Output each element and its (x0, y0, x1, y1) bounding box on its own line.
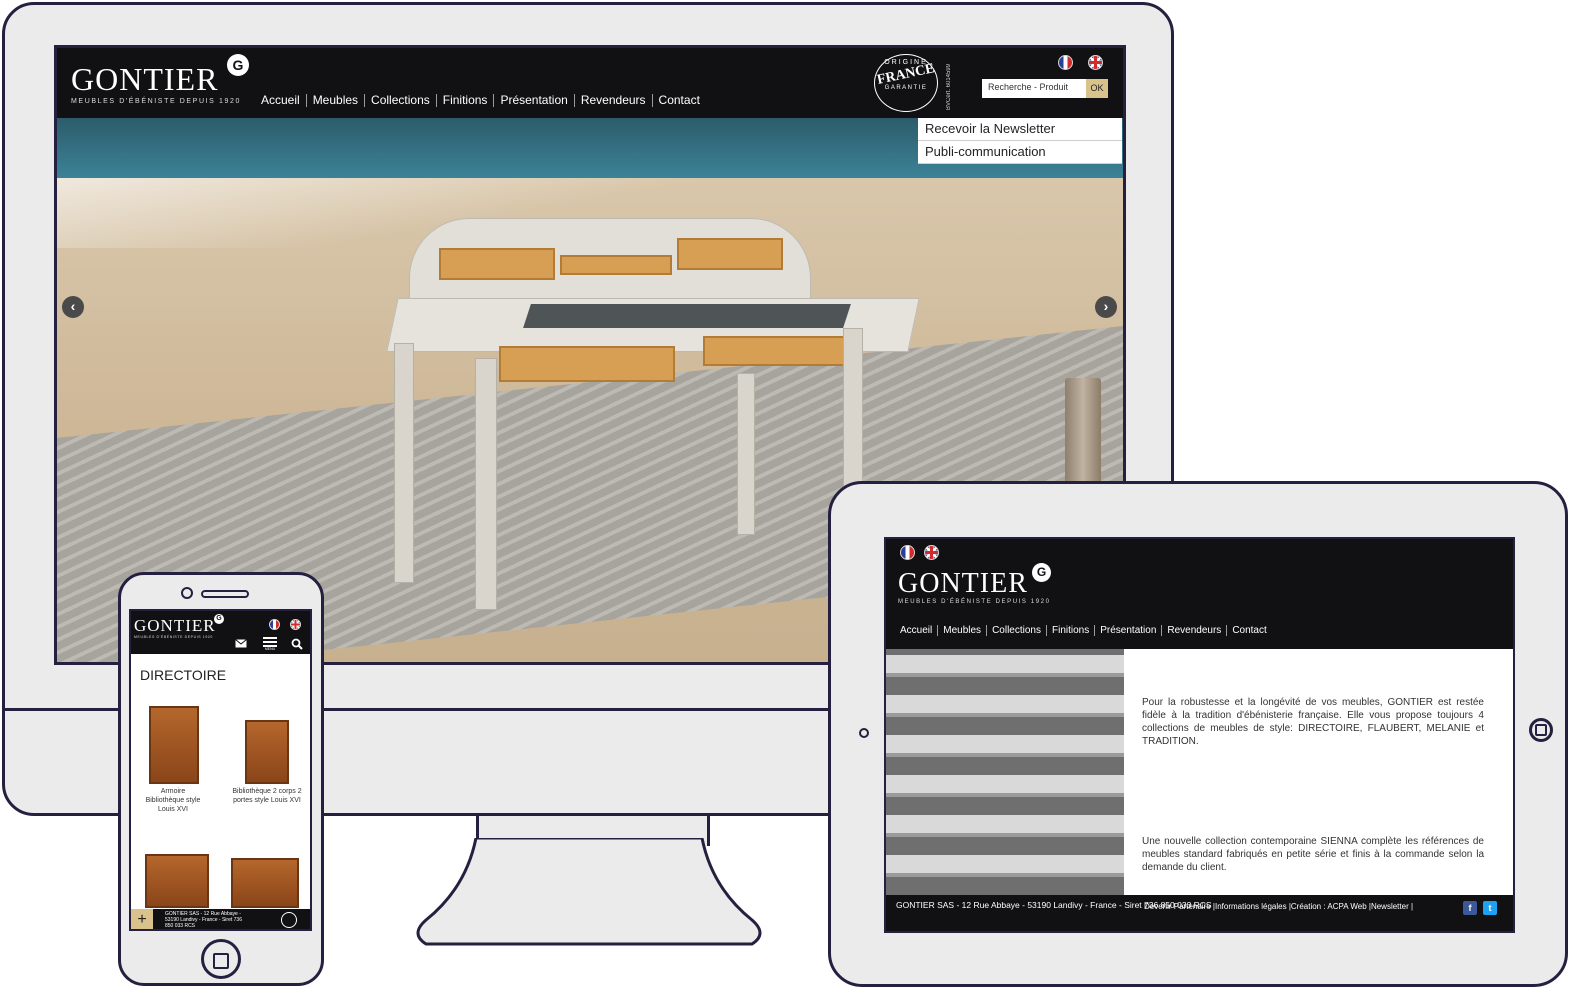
hero-wooden-post (1065, 378, 1101, 488)
flag-fr-icon[interactable] (900, 545, 915, 560)
product-image[interactable] (231, 858, 299, 908)
arrow-left-icon[interactable]: ‹ (62, 296, 84, 318)
nav-item-collections[interactable]: Collections (992, 625, 1041, 636)
nav-item-revendeurs[interactable]: Revendeurs (581, 93, 646, 107)
logo-wordmark: GONTIER (898, 568, 1028, 599)
flag-uk-icon[interactable] (290, 619, 301, 630)
plus-icon[interactable]: + (131, 909, 153, 929)
facebook-icon[interactable]: f (1463, 901, 1477, 915)
menu-label: MENU (264, 647, 276, 651)
flag-uk-icon[interactable] (1088, 55, 1103, 70)
tablet-screen: GONTIER G MEUBLES D'ÉBÉNISTE DEPUIS 1920… (884, 537, 1515, 933)
footer-links[interactable]: Devenir Partenaire |Informations légales… (1144, 902, 1413, 911)
tablet-main-nav: Accueil Meubles Collections Finitions Pr… (900, 625, 1267, 636)
main-nav: Accueil Meubles Collections Finitions Pr… (261, 93, 700, 107)
phone-speaker (201, 590, 249, 598)
site-header: GONTIER G MEUBLES D'ÉBÉNISTE DEPUIS 1920… (57, 48, 1123, 118)
desk-drawer (703, 336, 861, 366)
tablet-intro-paragraph: Pour la robustesse et la longévité de vo… (1142, 697, 1484, 747)
publi-communication-link[interactable]: Publi-communication (918, 141, 1122, 164)
section-title: DIRECTOIRE (140, 667, 227, 683)
product-card[interactable]: Bibliothèque 2 corps 2 portes style Loui… (231, 706, 303, 816)
flag-uk-icon[interactable] (924, 545, 939, 560)
logo-tagline: MEUBLES D'ÉBÉNISTE DEPUIS 1920 (134, 635, 213, 639)
monitor-stand-base (416, 838, 762, 946)
flag-fr-icon[interactable] (1058, 55, 1073, 70)
home-button-icon[interactable] (201, 939, 241, 979)
product-label: Armoire Bibliothèque style Louis XVI (145, 788, 201, 813)
product-image (245, 720, 289, 784)
logo-badge-icon: G (214, 614, 224, 624)
mail-icon[interactable] (235, 639, 247, 648)
nav-item-contact[interactable]: Contact (659, 93, 700, 107)
product-image (149, 706, 199, 784)
search-icon[interactable] (291, 638, 303, 650)
phone-site-footer: + GONTIER SAS - 12 Rue Abbaye - 53190 La… (131, 909, 310, 929)
desk-drawer (499, 346, 675, 382)
nav-item-presentation[interactable]: Présentation (1100, 625, 1156, 636)
logo-tagline: MEUBLES D'ÉBÉNISTE DEPUIS 1920 (898, 599, 1051, 605)
footer-address: GONTIER SAS - 12 Rue Abbaye - 53190 Land… (165, 911, 242, 929)
home-button-icon[interactable] (1529, 718, 1553, 742)
desk-leg (737, 373, 755, 535)
tablet-site-footer: GONTIER SAS - 12 Rue Abbaye - 53190 Land… (886, 895, 1513, 931)
nav-item-finitions[interactable]: Finitions (1052, 625, 1089, 636)
flag-fr-icon[interactable] (269, 619, 280, 630)
origine-france-seal-icon (281, 912, 297, 928)
nav-item-finitions[interactable]: Finitions (443, 93, 488, 107)
nav-item-revendeurs[interactable]: Revendeurs (1167, 625, 1221, 636)
phone-camera (181, 587, 193, 599)
desk-leg (475, 358, 497, 610)
search-input[interactable]: Recherche - Produit (982, 79, 1086, 98)
nav-item-meubles[interactable]: Meubles (313, 93, 358, 107)
phone-screen: GONTIER G MEUBLES D'ÉBÉNISTE DEPUIS 1920… (129, 609, 312, 931)
logo-tagline: MEUBLES D'ÉBÉNISTE DEPUIS 1920 (71, 98, 241, 105)
tablet-site-header: GONTIER G MEUBLES D'ÉBÉNISTE DEPUIS 1920… (886, 539, 1513, 649)
nav-item-collections[interactable]: Collections (371, 93, 430, 107)
newsletter-link[interactable]: Recevoir la Newsletter (918, 118, 1122, 141)
desk-drawer (677, 238, 783, 270)
product-image[interactable] (145, 854, 209, 908)
nav-item-presentation[interactable]: Présentation (500, 93, 567, 107)
phone-site-header: GONTIER G MEUBLES D'ÉBÉNISTE DEPUIS 1920… (131, 611, 310, 654)
logo-badge-icon: G (1032, 563, 1051, 582)
nav-item-contact[interactable]: Contact (1232, 625, 1266, 636)
arrow-right-icon[interactable]: › (1095, 296, 1117, 318)
nav-item-accueil[interactable]: Accueil (900, 625, 932, 636)
tablet-camera (859, 728, 869, 738)
cert-label: BVCert. 6014599 (946, 63, 952, 110)
nav-item-meubles[interactable]: Meubles (943, 625, 981, 636)
desk-drawer (439, 248, 555, 280)
desk-blotter (523, 304, 851, 328)
product-card[interactable]: Armoire Bibliothèque style Louis XVI (143, 706, 203, 816)
nav-item-accueil[interactable]: Accueil (261, 93, 300, 107)
phone-logo[interactable]: GONTIER G MEUBLES D'ÉBÉNISTE DEPUIS 1920 (134, 614, 224, 639)
menu-icon[interactable]: MENU (263, 637, 277, 651)
logo-wordmark: GONTIER (134, 616, 216, 635)
tablet-wood-photo (886, 649, 1124, 895)
twitter-icon[interactable]: t (1483, 901, 1497, 915)
desk-drawer (560, 255, 672, 275)
logo-badge-icon: G (227, 54, 249, 76)
search-ok-button[interactable]: OK (1086, 79, 1108, 98)
desk-leg (394, 343, 414, 583)
logo-wordmark: GONTIER (71, 61, 219, 97)
site-logo[interactable]: GONTIER G MEUBLES D'ÉBÉNISTE DEPUIS 1920 (71, 54, 249, 105)
product-label: Bibliothèque 2 corps 2 portes style Loui… (232, 788, 302, 804)
tablet-collection-paragraph: Une nouvelle collection contemporaine SI… (1142, 836, 1484, 873)
tablet-logo[interactable]: GONTIER G MEUBLES D'ÉBÉNISTE DEPUIS 1920 (898, 563, 1051, 605)
origine-france-seal: ORIGINE FRANCE GARANTIE (874, 54, 938, 112)
